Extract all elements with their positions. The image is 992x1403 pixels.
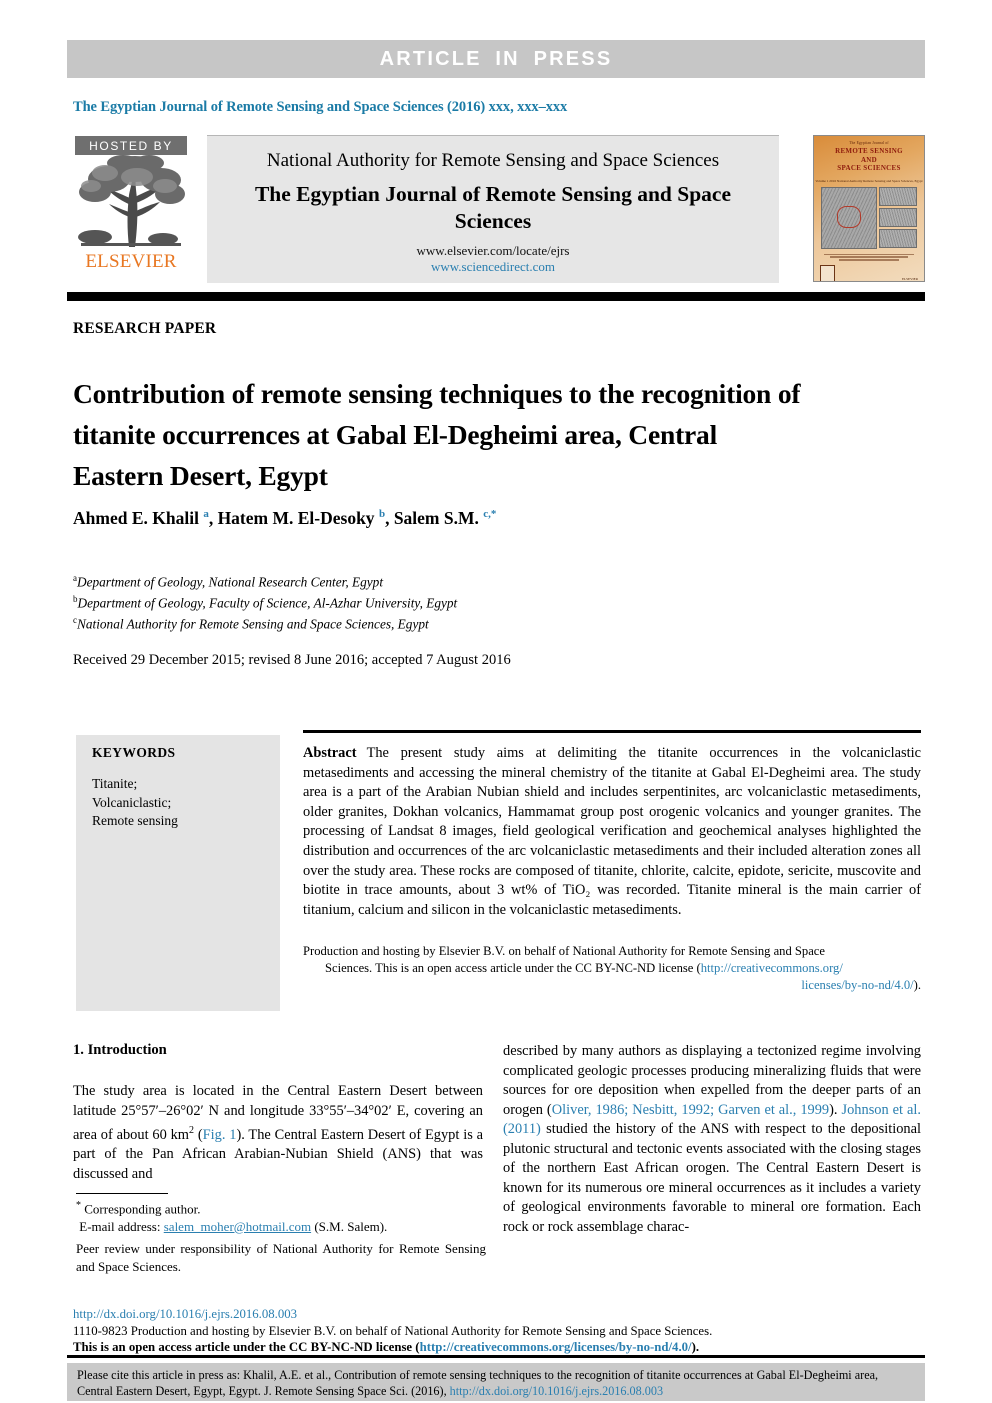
elsevier-logo-block: HOSTED BY ELSEVIER [75, 136, 195, 284]
cite-line-1: Please cite this article in press as: Kh… [77, 1368, 879, 1382]
footer-license-line: This is an open access article under the… [73, 1340, 700, 1355]
elsevier-locate-url[interactable]: www.elsevier.com/locate/ejrs [207, 243, 779, 259]
footnote-rule [76, 1193, 168, 1195]
abstract-text: Abstract The present study aims at delimi… [303, 745, 921, 918]
abstract-license-link[interactable]: http://creativecommons.org/ [701, 961, 843, 975]
masthead-divider [67, 292, 925, 301]
affiliation-item: cNational Authority for Remote Sensing a… [73, 614, 429, 632]
affiliation-item: aDepartment of Geology, National Researc… [73, 573, 384, 590]
cover-title-line3: SPACE SCIENCES [837, 164, 901, 172]
cover-brand-label: ELSEVIER [901, 277, 918, 282]
intro-column-right: described by many authors as displaying … [503, 1043, 922, 1235]
journal-running-head: The Egyptian Journal of Remote Sensing a… [73, 99, 568, 115]
intro-column-left: The study area is located in the Central… [73, 1083, 484, 1182]
article-history: Received 29 December 2015; revised 8 Jun… [73, 652, 511, 668]
sciencedirect-url[interactable]: www.sciencedirect.com [207, 259, 779, 275]
corresponding-author-note: * Corresponding author. [76, 1200, 201, 1217]
email-link[interactable]: salem_moher@hotmail.com [164, 1219, 311, 1234]
hosted-by-badge: HOSTED BY [75, 136, 187, 155]
footnote-block: * Corresponding author. E-mail address: … [76, 1197, 486, 1275]
elsevier-tree-icon [75, 155, 187, 251]
author-list: Ahmed E. Khalil a, Hatem M. El-Desoky b,… [73, 508, 497, 528]
peer-review-note: Peer review under responsibility of Nati… [76, 1241, 486, 1274]
society-name: National Authority for Remote Sensing an… [266, 150, 720, 171]
journal-cover-thumbnail: The Egyptian Journal of REMOTE SENSING A… [813, 135, 925, 282]
affiliation-marker: c [73, 614, 77, 625]
paper-page: ARTICLE IN PRESS The Egyptian Journal of… [0, 0, 992, 1403]
affiliation-item: bDepartment of Geology, Faculty of Scien… [73, 593, 458, 611]
section-heading-introduction: 1. Introduction [73, 1042, 167, 1058]
cover-top-line: The Egyptian Journal of [849, 141, 889, 145]
cover-figure-group [821, 186, 917, 249]
cover-title-line2: AND [860, 155, 878, 164]
cover-inset-image-2 [879, 207, 917, 228]
page-title: Contribution of remote sensing technique… [73, 378, 801, 492]
article-type-label: RESEARCH PAPER [73, 320, 217, 337]
keywords-list: Titanite; Volcaniclastic; Remote sensing [92, 776, 178, 828]
abstract-license-link-2[interactable]: licenses/by-no-nd/4.0/ [801, 978, 913, 992]
keywords-heading: KEYWORDS [92, 745, 176, 760]
cover-publisher-logo [820, 265, 835, 281]
affiliation-marker: a [73, 573, 77, 583]
footer-doi-link[interactable]: http://dx.doi.org/10.1016/j.ejrs.2016.08… [73, 1306, 928, 1323]
cover-title-line1: REMOTE SENSING [835, 147, 903, 155]
footer-issn-line: 1110-9823 Production and hosting by Else… [73, 1323, 713, 1338]
abstract-production-note: Production and hosting by Elsevier B.V. … [303, 944, 921, 992]
abstract-label: Abstract [303, 745, 357, 761]
footer-license-link[interactable]: http://creativecommons.org/licenses/by-n… [420, 1340, 692, 1354]
cover-subtitle: Volume 1 2016 National Authority Remote … [815, 178, 923, 183]
cover-satellite-image [821, 186, 878, 249]
email-note: E-mail address: salem_moher@hotmail.com … [76, 1218, 388, 1234]
abstract-top-rule [303, 730, 921, 733]
cite-line-2-prefix: Central Eastern Desert, Egypt, Egypt. J.… [77, 1383, 450, 1398]
elsevier-wordmark: ELSEVIER [85, 251, 177, 272]
journal-masthead: HOSTED BY ELSEVIER National Authority fo… [67, 133, 925, 285]
footer-rule [67, 1355, 925, 1358]
cite-doi-link[interactable]: http://dx.doi.org/10.1016/j.ejrs.2016.08… [450, 1384, 663, 1398]
cover-footer-text-block [820, 253, 918, 262]
page-footer: http://dx.doi.org/10.1016/j.ejrs.2016.08… [73, 1306, 928, 1356]
affiliation-list: aDepartment of Geology, National Researc… [73, 570, 833, 632]
cite-line-2: Central Eastern Desert, Egypt, Egypt. J.… [77, 1384, 915, 1400]
cite-this-article-box: Please cite this article in press as: Kh… [67, 1363, 925, 1401]
article-in-press-banner: ARTICLE IN PRESS [67, 40, 925, 78]
cover-inset-image-3 [879, 229, 917, 249]
journal-title: The Egyptian Journal of Remote Sensing a… [254, 182, 732, 233]
cover-inset-image-1 [879, 186, 917, 206]
article-in-press-label: ARTICLE IN PRESS [379, 47, 613, 70]
affiliation-marker: b [73, 593, 78, 604]
